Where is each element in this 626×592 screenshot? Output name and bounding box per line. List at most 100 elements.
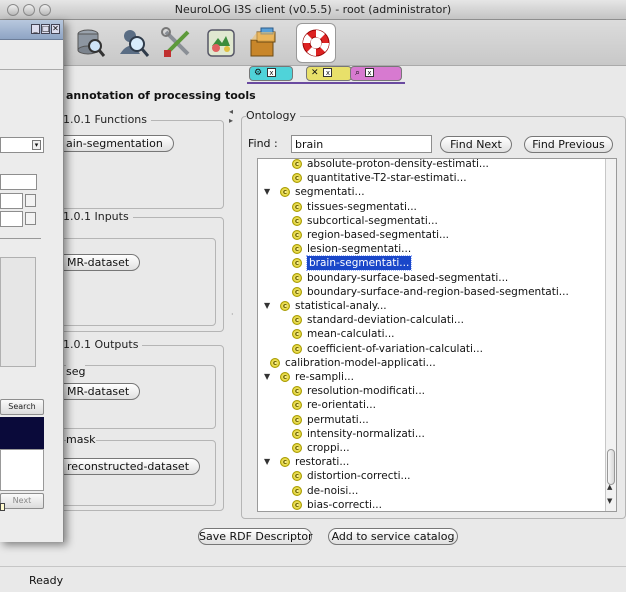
ontology-tree[interactable]: c absolute-proton-density-estimati... c qua… bbox=[257, 158, 617, 512]
class-icon: c bbox=[292, 485, 302, 496]
close-window-button[interactable] bbox=[7, 4, 19, 16]
minimize-window-button[interactable] bbox=[23, 4, 35, 16]
dialog-field-2[interactable] bbox=[0, 193, 23, 209]
dialog-results-white bbox=[0, 449, 44, 491]
tree-node[interactable]: c re-orientati... bbox=[258, 398, 604, 412]
mask-output-button[interactable]: reconstructed-dataset bbox=[56, 458, 201, 475]
save-rdf-button[interactable]: Save RDF Descriptor bbox=[198, 528, 313, 545]
class-icon: c bbox=[292, 400, 302, 411]
dialog-field-3[interactable] bbox=[0, 211, 23, 227]
class-icon: c bbox=[292, 230, 302, 240]
tree-node[interactable]: ▼ c statistical-analy... bbox=[258, 299, 604, 313]
seg-output-button[interactable]: MR-dataset bbox=[56, 383, 141, 400]
tree-node[interactable]: c de-noisi... bbox=[258, 484, 604, 498]
dialog-field-1[interactable] bbox=[0, 174, 37, 190]
find-input[interactable] bbox=[291, 135, 432, 153]
tree-node-label: calibration-model-applicati... bbox=[285, 356, 436, 369]
tree-node[interactable]: c boundary-surface-and-region-based-segme… bbox=[258, 285, 604, 299]
tree-node[interactable]: c lesion-segmentati... bbox=[258, 242, 604, 256]
minimize-icon[interactable]: _ bbox=[31, 24, 40, 34]
tree-scroll-thumb[interactable] bbox=[607, 449, 615, 485]
maximize-icon[interactable]: □ bbox=[41, 24, 50, 34]
tool-chip-search[interactable]: ⌕ x bbox=[350, 66, 402, 81]
search-button[interactable]: Search bbox=[0, 399, 44, 415]
tree-node-label: intensity-normalizati... bbox=[307, 427, 425, 440]
tree-node[interactable]: c subcortical-segmentati... bbox=[258, 214, 604, 228]
tool-chip-tools[interactable]: ✕ x bbox=[306, 66, 352, 81]
expand-toggle-icon[interactable]: ▼ bbox=[264, 185, 270, 199]
tree-node[interactable]: c permutati... bbox=[258, 413, 604, 427]
boxes-button[interactable] bbox=[244, 23, 284, 63]
dialog-menu-strip bbox=[0, 58, 63, 70]
tree-node-label: boundary-surface-based-segmentati... bbox=[307, 271, 509, 284]
tree-node[interactable]: c mean-calculati... bbox=[258, 327, 604, 341]
title-bar: NeuroLOG I3S client (v0.5.5) - root (adm… bbox=[0, 0, 626, 20]
database-search-button[interactable] bbox=[70, 23, 110, 63]
tree-node[interactable]: c coefficient-of-variation-calculati... bbox=[258, 342, 604, 356]
tools-icon: ✕ bbox=[311, 68, 319, 78]
help-button[interactable] bbox=[296, 23, 336, 63]
tools-button[interactable] bbox=[157, 23, 197, 63]
tree-node[interactable]: ▼ c segmentati... bbox=[258, 185, 604, 199]
tree-node[interactable]: c absolute-proton-density-estimati... bbox=[258, 158, 604, 171]
boxes-icon bbox=[250, 27, 276, 57]
tool-chip-storage[interactable]: ⚙ x bbox=[249, 66, 293, 81]
tree-node-label: absolute-proton-density-estimati... bbox=[307, 158, 489, 170]
class-icon: c bbox=[292, 272, 302, 283]
tree-node[interactable]: c standard-deviation-calculati... bbox=[258, 313, 604, 327]
tool-strip-underline bbox=[247, 82, 405, 84]
tree-scrollbar[interactable]: ▲ ▼ bbox=[605, 159, 616, 511]
puzzle-button[interactable] bbox=[201, 23, 241, 63]
tree-node-label: standard-deviation-calculati... bbox=[307, 314, 464, 327]
tree-node[interactable]: c resolution-modificati... bbox=[258, 384, 604, 398]
chip-close-button[interactable]: x bbox=[323, 68, 333, 77]
tree-node[interactable]: c distortion-correcti... bbox=[258, 469, 604, 483]
chip-close-button[interactable]: x bbox=[364, 68, 374, 77]
tree-node-label: subcortical-segmentati... bbox=[307, 214, 438, 227]
class-icon: c bbox=[292, 386, 302, 397]
tree-node[interactable]: c tissues-segmentati... bbox=[258, 200, 604, 214]
tree-node[interactable]: c boundary-surface-based-segmentati... bbox=[258, 271, 604, 285]
dialog-results-list[interactable] bbox=[0, 417, 44, 449]
toolbar bbox=[0, 20, 626, 66]
tree-node[interactable]: c calibration-model-applicati... bbox=[258, 356, 604, 370]
function-button[interactable]: ain-segmentation bbox=[55, 135, 174, 152]
functions-legend: 1.0.1 Functions bbox=[63, 113, 152, 126]
dialog-select[interactable]: ▾ bbox=[0, 137, 44, 153]
expand-toggle-icon[interactable]: ▼ bbox=[264, 455, 270, 469]
add-to-catalog-button[interactable]: Add to service catalog bbox=[328, 528, 458, 545]
find-next-button[interactable]: Find Next bbox=[440, 136, 512, 153]
close-icon[interactable]: ✕ bbox=[51, 24, 60, 34]
class-icon: c bbox=[292, 329, 302, 340]
tree-node[interactable]: ▼ c restorati... bbox=[258, 455, 604, 469]
splitter-handle[interactable]: · bbox=[231, 310, 234, 319]
tree-node[interactable]: c croppi... bbox=[258, 441, 604, 455]
expand-toggle-icon[interactable]: ▼ bbox=[264, 370, 270, 384]
tree-node[interactable]: c quantitative-T2-star-estimati... bbox=[258, 171, 604, 185]
input-button[interactable]: MR-dataset bbox=[56, 254, 141, 271]
tree-node-label: statistical-analy... bbox=[295, 300, 387, 312]
tree-node[interactable]: c bias-correcti... bbox=[258, 498, 604, 511]
splitter-arrows[interactable]: ◂ ▸ bbox=[229, 107, 233, 125]
calendar-icon[interactable] bbox=[25, 194, 36, 207]
class-icon: c bbox=[292, 443, 302, 453]
tree-node[interactable]: c intensity-normalizati... bbox=[258, 427, 604, 441]
find-previous-button[interactable]: Find Previous bbox=[524, 136, 613, 153]
tree-node[interactable]: c region-based-segmentati... bbox=[258, 228, 604, 242]
tree-node[interactable]: c brain-segmentati... bbox=[258, 255, 604, 272]
expand-toggle-icon[interactable]: ▼ bbox=[264, 299, 270, 313]
class-icon: c bbox=[292, 414, 302, 425]
tree-node[interactable]: ▼ c re-sampli... bbox=[258, 370, 604, 384]
zoom-window-button[interactable] bbox=[39, 4, 51, 16]
chip-close-button[interactable]: x bbox=[266, 68, 276, 77]
user-search-button[interactable] bbox=[114, 23, 154, 63]
dialog-window: _ □ ✕ ▾ Search Next bbox=[0, 20, 64, 542]
calendar-icon[interactable] bbox=[25, 212, 36, 225]
tree-node-label: brain-segmentati... bbox=[305, 255, 413, 272]
scroll-down-arrow[interactable]: ▼ bbox=[607, 497, 612, 505]
next-button[interactable]: Next bbox=[0, 493, 44, 509]
tree-node-label: mean-calculati... bbox=[307, 328, 395, 341]
scroll-up-arrow[interactable]: ▲ bbox=[607, 483, 612, 491]
class-icon: c bbox=[280, 301, 290, 311]
class-icon: c bbox=[292, 471, 302, 482]
